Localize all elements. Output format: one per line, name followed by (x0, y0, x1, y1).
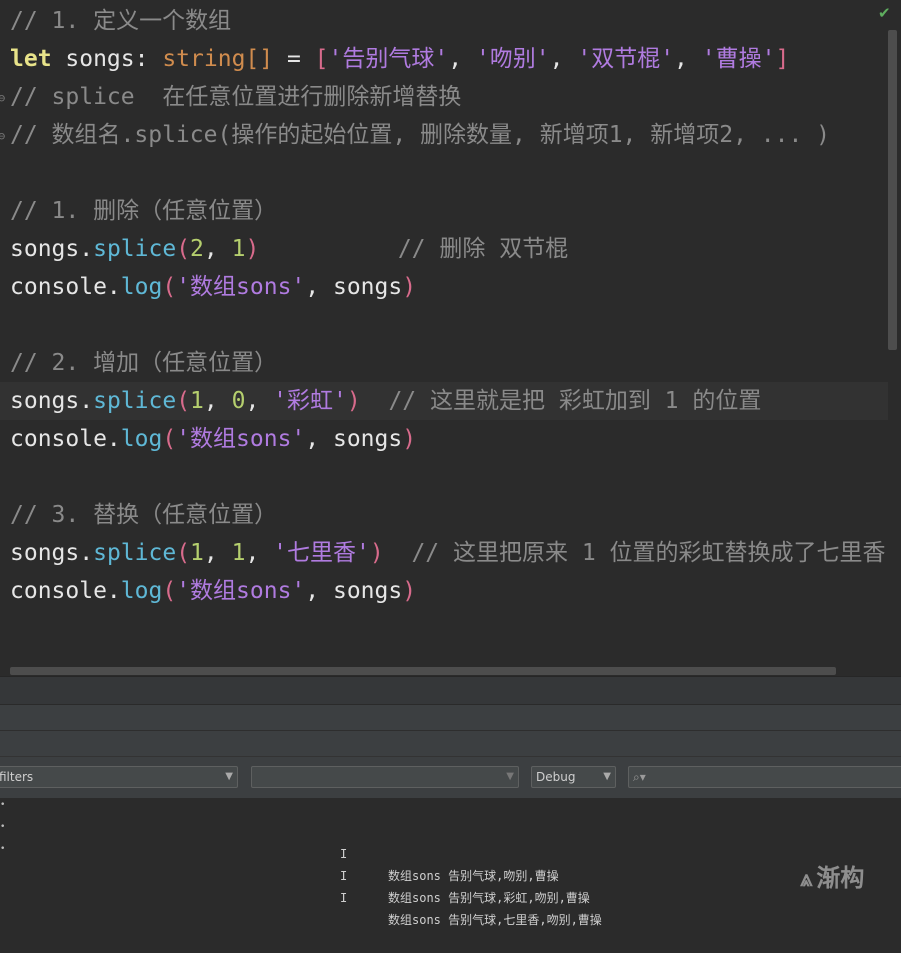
code-line: console.log('数组sons', songs) (10, 426, 417, 452)
comma: , (674, 46, 702, 72)
panel-divider[interactable] (0, 676, 901, 705)
vertical-scrollbar[interactable] (888, 30, 897, 350)
identifier: console. (10, 426, 121, 452)
watermark-text: 渐构 (816, 864, 865, 892)
bullet-icon: • (0, 822, 6, 832)
operator: = (273, 46, 315, 72)
code-line: songs.splice(2, 1) // 删除 双节棍 (10, 236, 569, 262)
string: '告别气球' (328, 46, 449, 72)
bullet-icon: • (0, 800, 6, 810)
string: '数组sons' (176, 274, 306, 300)
logo-icon: ⩓ (800, 867, 813, 892)
log-message: 数组sons 告别气球,吻别,曹操 (388, 869, 559, 883)
search-icon: ⌕▾ (633, 770, 646, 784)
function: log (120, 274, 163, 300)
number: 0 (231, 388, 246, 414)
string: '吻别' (475, 46, 550, 72)
comment: // 这里就是把 彩虹加到 1 的位置 (388, 388, 762, 414)
comma: , (448, 46, 476, 72)
check-icon: ✔ (878, 4, 891, 22)
function: log (120, 578, 163, 604)
chevron-down-icon: ▼ (506, 771, 514, 782)
log-level-dropdown[interactable]: Debug ▼ (531, 766, 616, 788)
identifier: console. (10, 578, 121, 604)
string: '彩虹' (273, 388, 347, 414)
code-line: console.log('数组sons', songs) (10, 578, 417, 604)
search-input[interactable]: ⌕▾ (628, 766, 901, 788)
log-message: 数组sons 告别气球,彩虹,吻别,曹操 (388, 891, 590, 905)
code-line: // 2. 增加（任意位置） (10, 350, 278, 376)
code-line: let songs: string[] = ['告别气球', '吻别', '双节… (10, 40, 789, 78)
type: string (162, 46, 246, 72)
log-level: I (340, 869, 348, 883)
log-output[interactable]: • I 数组sons 告别气球,吻别,曹操 • I 数组sons 告别气球,彩虹… (0, 798, 901, 927)
identifier: songs (332, 578, 403, 604)
type-brackets: [] (245, 46, 274, 72)
code-line: // 1. 定义一个数组 (10, 8, 232, 34)
log-row[interactable]: • I 数组sons 告别气球,七里香,吻别,曹操 (0, 843, 901, 927)
bracket: [ (314, 46, 329, 72)
log-level-value: Debug (536, 770, 576, 784)
code-editor[interactable]: ✔ // 1. 定义一个数组 let songs: string[] = ['告… (0, 0, 901, 676)
log-level: I (340, 891, 348, 905)
log-row[interactable]: • I 数组sons 告别气球,吻别,曹操 (0, 799, 901, 883)
string: '数组sons' (176, 426, 306, 452)
filter-label: filters (0, 770, 34, 784)
panel-header (0, 704, 901, 731)
string: '七里香' (273, 540, 370, 566)
number: 1 (231, 540, 246, 566)
identifier: songs: (51, 46, 163, 72)
identifier: songs (332, 274, 403, 300)
code-line: songs.splice(1, 1, '七里香') // 这里把原来 1 位置的… (10, 540, 886, 566)
code-line: // 数组名.splice(操作的起始位置, 删除数量, 新增项1, 新增项2,… (10, 122, 831, 148)
code-line: // splice 在任意位置进行删除新增替换 (10, 84, 462, 110)
function: splice (93, 236, 177, 262)
logcat-toolbar: filters ▼ ▼ Debug ▼ ⌕▾ (0, 756, 901, 799)
process-dropdown[interactable]: ▼ (251, 766, 519, 788)
watermark: ⩓ 渐构 (800, 862, 864, 894)
number: 1 (190, 388, 204, 414)
number: 2 (190, 236, 204, 262)
comma: , (549, 46, 578, 72)
comment: // 这里把原来 1 位置的彩虹替换成了七里香 (411, 540, 886, 566)
code-line: console.log('数组sons', songs) (10, 274, 417, 300)
string: '曹操' (701, 46, 776, 72)
chevron-down-icon: ▼ (225, 771, 233, 782)
string: '双节棍' (577, 46, 675, 72)
bullet-icon: • (0, 844, 6, 854)
function: log (120, 426, 163, 452)
identifier: songs. (10, 236, 94, 262)
log-message: 数组sons 告别气球,七里香,吻别,曹操 (388, 913, 602, 927)
fold-icon[interactable]: ⊖ (0, 90, 8, 106)
function: splice (93, 388, 177, 414)
identifier: songs. (10, 388, 94, 414)
function: splice (93, 540, 177, 566)
horizontal-scrollbar[interactable] (10, 667, 836, 675)
code-line: // 3. 替换（任意位置） (10, 502, 278, 528)
chevron-down-icon: ▼ (603, 771, 611, 782)
fold-end-icon[interactable]: ⊖ (0, 128, 8, 144)
code-line-current: songs.splice(1, 0, '彩虹') // 这里就是把 彩虹加到 1… (0, 382, 888, 420)
number: 1 (190, 540, 204, 566)
log-row[interactable]: • I 数组sons 告别气球,彩虹,吻别,曹操 (0, 821, 901, 905)
keyword: let (10, 46, 52, 72)
string: '数组sons' (176, 578, 306, 604)
number: 1 (231, 236, 246, 262)
identifier: songs (332, 426, 403, 452)
bracket: ] (775, 46, 790, 72)
identifier: console. (10, 274, 121, 300)
comment: // 删除 双节棍 (397, 236, 569, 262)
code-line: // 1. 删除（任意位置） (10, 198, 278, 224)
panel-subheader (0, 730, 901, 757)
filter-dropdown[interactable]: filters ▼ (0, 766, 238, 788)
identifier: songs. (10, 540, 94, 566)
